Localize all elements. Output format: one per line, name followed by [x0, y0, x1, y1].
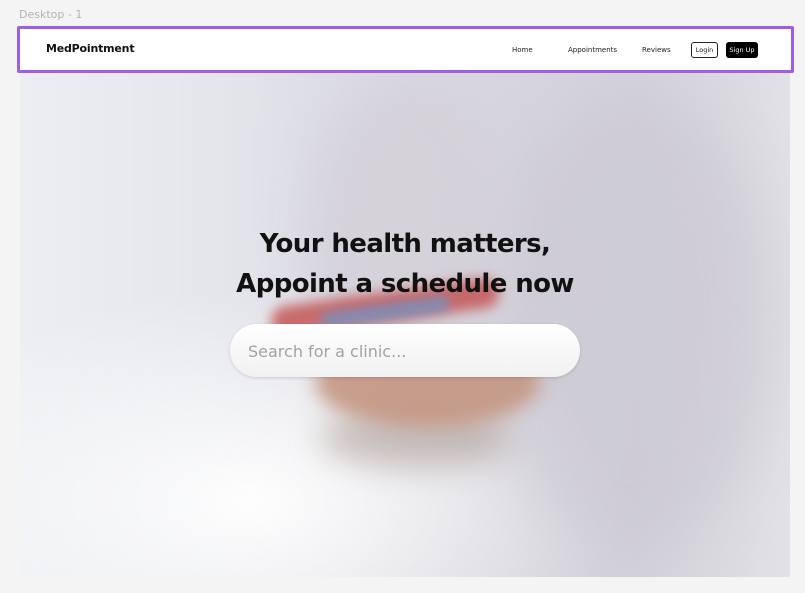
login-button[interactable]: Login — [691, 42, 718, 58]
frame-label: Desktop - 1 — [19, 8, 83, 21]
hero-headline: Your health matters, Appoint a schedule … — [20, 224, 790, 304]
nav-link-appointments[interactable]: Appointments — [568, 46, 617, 54]
signup-button[interactable]: Sign Up — [726, 42, 758, 58]
top-navbar: MedPointment Home Appointments Reviews L… — [17, 26, 794, 73]
blurred-person-body — [490, 92, 770, 552]
clinic-search-input[interactable] — [246, 324, 570, 379]
nav-link-reviews[interactable]: Reviews — [642, 46, 671, 54]
nav-link-home[interactable]: Home — [512, 46, 533, 54]
headline-line-2: Appoint a schedule now — [236, 269, 574, 299]
clinic-search-bar[interactable] — [230, 324, 580, 379]
headline-line-1: Your health matters, — [259, 229, 551, 259]
brand-logo[interactable]: MedPointment — [46, 42, 135, 55]
